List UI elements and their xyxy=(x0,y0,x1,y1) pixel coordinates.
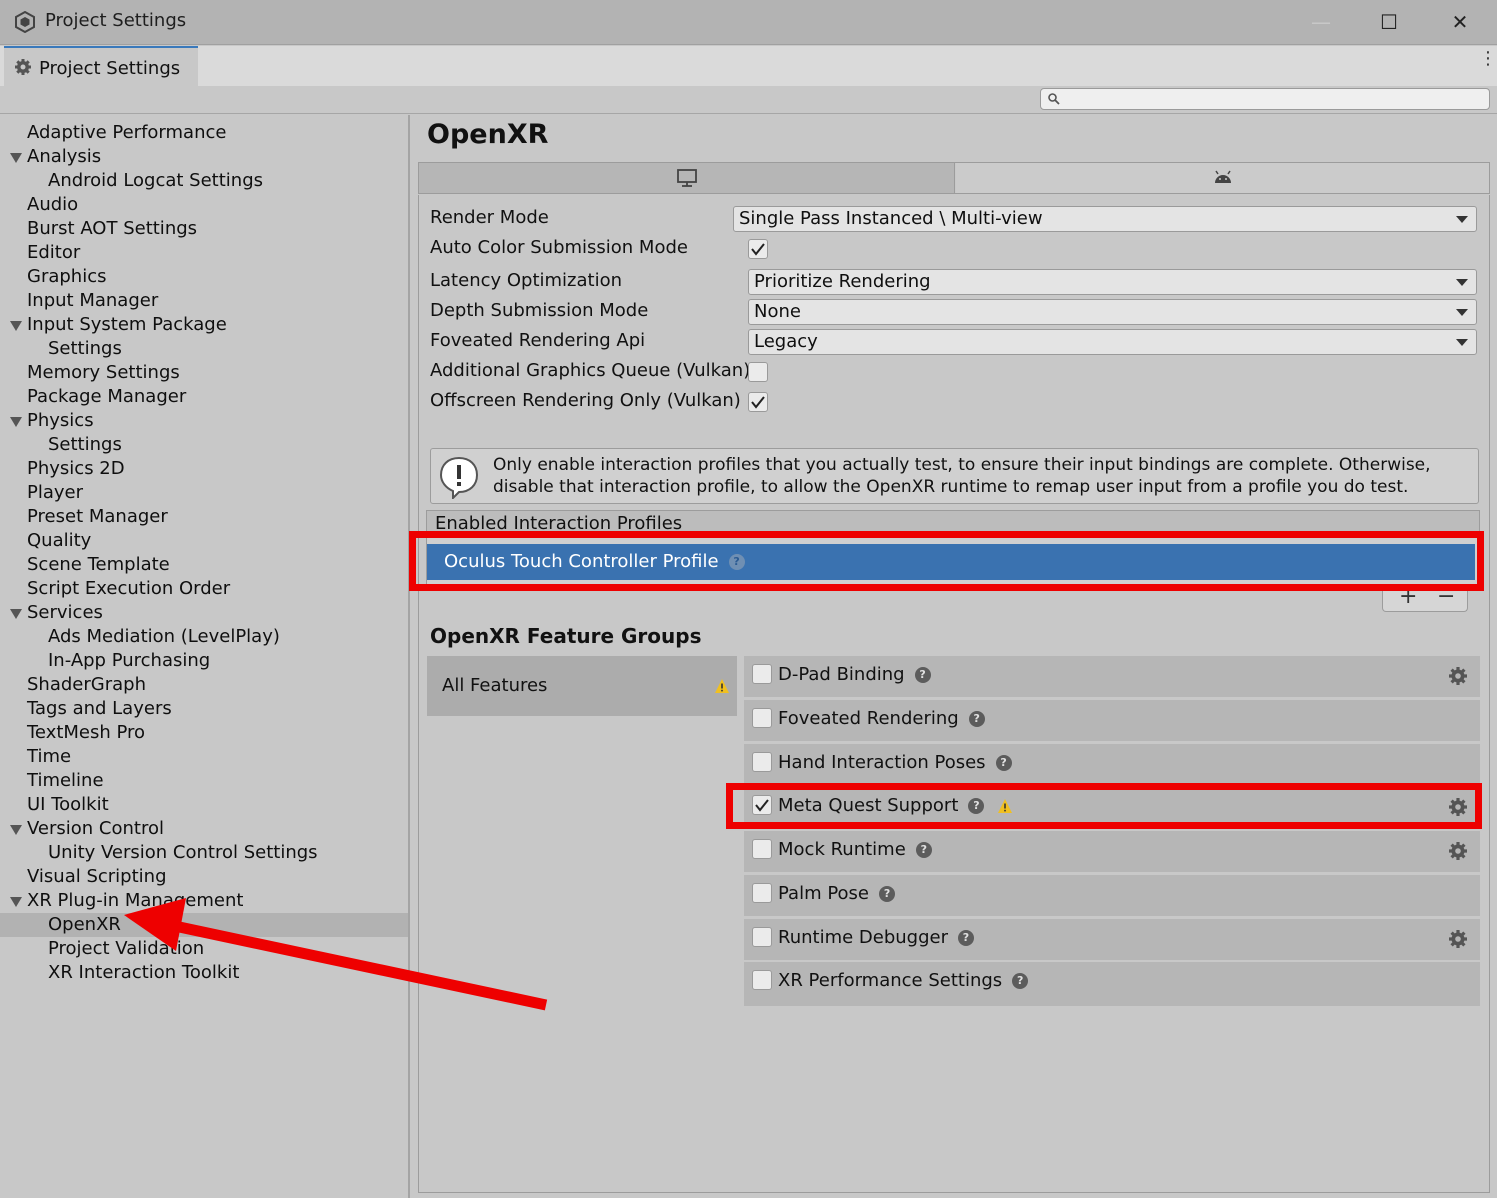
annotation-arrow xyxy=(124,898,548,1011)
